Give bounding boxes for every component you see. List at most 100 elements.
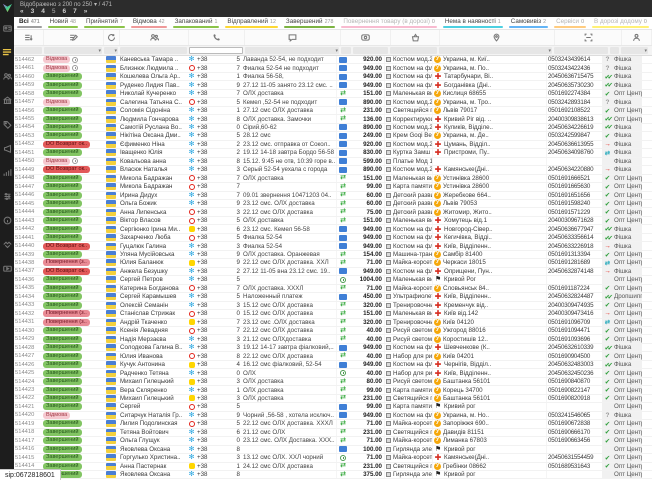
page-button-5[interactable]: 5 bbox=[52, 8, 56, 15]
order-row-514415[interactable]: 514415ЗавершенийГоргулько Христина..✻+38… bbox=[14, 454, 652, 462]
order-row-514459[interactable]: 514459ЗавершенийРуденко Лидия Пав..✻+389… bbox=[14, 81, 652, 89]
column-header-status-sort[interactable] bbox=[44, 30, 104, 45]
order-row-514416[interactable]: 514416ЗавершенийЯковлева Оксана✻+388100.… bbox=[14, 446, 652, 454]
sidebar-item-tags[interactable] bbox=[0, 112, 14, 136]
sidebar-item-partners[interactable] bbox=[0, 232, 14, 256]
column-filter-3[interactable] bbox=[120, 47, 187, 54]
order-row-514420[interactable]: 514420ВідмоваСитарчук Наталія Гр..✻+389Ч… bbox=[14, 412, 652, 420]
sidebar-item-bank[interactable] bbox=[0, 88, 14, 112]
order-row-514448[interactable]: 514448ЗавершенийМикола Бадражан+387ОЛХ д… bbox=[14, 175, 652, 183]
order-row-514417[interactable]: 514417ЗавершенийОльга Глущук✻+38023.12 с… bbox=[14, 437, 652, 445]
order-row-514429[interactable]: 514429ЗавершенийНадія Мерзаєва✻+38321.12… bbox=[14, 335, 652, 343]
column-header-phone[interactable] bbox=[189, 30, 245, 45]
order-row-514434[interactable]: 514434ЗавершенийСергей Карамышев✻+385Нал… bbox=[14, 293, 652, 301]
order-row-514446[interactable]: 514446ЗавершенийИрина Дидух✻+38709.01 зв… bbox=[14, 192, 652, 200]
column-filter-2[interactable]: ▾ bbox=[104, 47, 118, 54]
order-row-514418[interactable]: 514418ЗавершенийТетяна Войтович✻+38621.1… bbox=[14, 429, 652, 437]
order-row-514444[interactable]: 514444ЗавершенийАнна Липенська+38322.12 … bbox=[14, 208, 652, 216]
column-filter-1[interactable]: ▾ bbox=[44, 47, 102, 54]
sidebar-item-contacts-card[interactable] bbox=[0, 16, 14, 40]
column-filter-10[interactable] bbox=[554, 47, 608, 54]
column-header-refresh[interactable] bbox=[104, 30, 121, 45]
column-header-delivery-pin[interactable] bbox=[440, 30, 554, 45]
order-row-514437[interactable]: 514437DO Возврат ок..Анжела Безушку✻+382… bbox=[14, 268, 652, 276]
sidebar-item-clients[interactable] bbox=[0, 64, 14, 88]
shown-range-text[interactable]: Відображено з 200 по 250 ▾ / 471 bbox=[20, 1, 112, 8]
sidebar-item-sliders[interactable] bbox=[0, 184, 14, 208]
order-row-514450[interactable]: 514450ВідмоваКовальова анна✻+38815.12. 9… bbox=[14, 158, 652, 166]
order-row-514431[interactable]: 514431Повернення (з..Андрій Ткаченко+387… bbox=[14, 319, 652, 327]
tab-7[interactable]: Завершений278 bbox=[281, 17, 339, 29]
order-row-514433[interactable]: 514433ЗавершенийОлексій Семанін✻+38315.1… bbox=[14, 302, 652, 310]
tab-9[interactable]: Нема в наявності1 bbox=[440, 17, 506, 29]
order-row-514460[interactable]: 514460ЗавершенийКошелева Ольга Ар..✻+381… bbox=[14, 73, 652, 81]
tab-5[interactable]: Запакований1 bbox=[170, 17, 223, 29]
order-row-514422[interactable]: 514422ЗавершенийМихаил Гилецький+383ОЛХ … bbox=[14, 395, 652, 403]
column-filter-0[interactable] bbox=[15, 47, 42, 54]
first-page-button[interactable]: « bbox=[20, 8, 24, 15]
tab-2[interactable]: Новий48 bbox=[45, 17, 81, 29]
column-filter-7[interactable] bbox=[353, 47, 388, 54]
sidebar-item-orders-list[interactable] bbox=[0, 40, 14, 64]
order-row-514427[interactable]: 514427ЗавершенийЮлия Иванова+38822.12 см… bbox=[14, 352, 652, 360]
order-row-514426[interactable]: 514426ЗавершенийКучук Антонина+38416.12 … bbox=[14, 361, 652, 369]
order-row-514462[interactable]: 514462ВідмоваКаневська Тамара ..✻+385Лав… bbox=[14, 56, 652, 64]
order-row-514440[interactable]: 514440DO Возврат ок..Гуцалюк Галина✻+383… bbox=[14, 242, 652, 250]
column-filter-9[interactable]: ▾ bbox=[439, 47, 552, 54]
order-row-514436[interactable]: 514436ЗавершенийСергей Петров✻+3851004.0… bbox=[14, 276, 652, 284]
order-row-514455[interactable]: 514455ЗавершенийЛюдмила Гончарова✻+388ОЛ… bbox=[14, 115, 652, 123]
tab-1[interactable]: Всі471 bbox=[14, 17, 45, 29]
sidebar-item-info[interactable] bbox=[0, 208, 14, 232]
column-header-source-person[interactable] bbox=[622, 30, 652, 45]
column-filter-6[interactable] bbox=[341, 47, 351, 54]
order-row-514435[interactable]: 514435ЗавершенийКатерина Богданова+387ОЛ… bbox=[14, 285, 652, 293]
page-button-3[interactable]: 3 bbox=[31, 8, 35, 15]
order-row-514441[interactable]: 514441ЗавершенийЗахарченко Люба+385Фиалк… bbox=[14, 234, 652, 242]
order-row-514445[interactable]: 514445ЗавершенийОльга Божик✻+38923.12 см… bbox=[14, 200, 652, 208]
column-filter-8[interactable] bbox=[390, 47, 437, 54]
tab-4[interactable]: Відмова42 bbox=[128, 17, 170, 29]
order-row-514425[interactable]: 514425ЗавершенийРадченко Тетяна✻+380ОЛХ4… bbox=[14, 369, 652, 377]
order-row-514452[interactable]: 514452DO Возврат ок..Єфименко Ніна✻+3822… bbox=[14, 141, 652, 149]
order-row-514414[interactable]: 514414ЗавершенийАнна Пастернак+38124.12 … bbox=[14, 463, 652, 471]
order-row-514419[interactable]: 514419ЗавершенийЛилия Подолинская+38522.… bbox=[14, 420, 652, 428]
tab-11[interactable]: Сервіси0 bbox=[551, 17, 589, 29]
tab-3[interactable]: Прийнятий7 bbox=[81, 17, 128, 29]
tab-6[interactable]: Відправлений12 bbox=[222, 17, 280, 29]
sidebar-item-stats[interactable] bbox=[0, 160, 14, 184]
order-row-514428[interactable]: 514428ЗавершенийСолодкова Галина В..✻+38… bbox=[14, 344, 652, 352]
order-row-514442[interactable]: 514442ЗавершенийСергіюнко Ірина Ми..+386… bbox=[14, 225, 652, 233]
order-row-514461[interactable]: 514461ВідмоваБлизнюк Людмила ..+387Фиалк… bbox=[14, 64, 652, 72]
tab-10[interactable]: Самовивіз2 bbox=[506, 17, 551, 29]
column-filter-12[interactable]: ▾ bbox=[621, 47, 648, 54]
column-header-payment-eye[interactable] bbox=[341, 30, 391, 45]
order-row-514421[interactable]: 514421ЗавершенийСергей+38599.00Карта пам… bbox=[14, 403, 652, 411]
order-row-514443[interactable]: 514443ЗавершенийВіктор Власов+385ОЛХ дос… bbox=[14, 217, 652, 225]
order-row-514447[interactable]: 514447ЗавершенийМикола Бадражан+387⇄99.0… bbox=[14, 183, 652, 191]
sidebar-item-announce[interactable] bbox=[0, 136, 14, 160]
order-row-514432[interactable]: 514432Повернення (з..Станіслав Стрижак+3… bbox=[14, 310, 652, 318]
last-page-button[interactable]: » bbox=[84, 8, 88, 15]
column-header-comment[interactable] bbox=[245, 30, 341, 45]
tab-12[interactable]: В дорозі додому0 bbox=[589, 17, 652, 29]
column-header-products-basket[interactable] bbox=[391, 30, 440, 45]
order-row-514449[interactable]: 514449DO Возврат ок..Власюк Наталья✻+383… bbox=[14, 166, 652, 174]
sidebar-item-video[interactable] bbox=[0, 256, 14, 280]
column-filter-5[interactable]: ▾ bbox=[245, 47, 339, 54]
column-header-clients[interactable] bbox=[120, 30, 189, 45]
phone-filter-input[interactable] bbox=[189, 47, 243, 54]
order-row-514430[interactable]: 514430ЗавершенийКсенія Левадняя+38722.12… bbox=[14, 327, 652, 335]
tab-8[interactable]: Повернення товару (в дорозі)0 bbox=[338, 17, 439, 29]
order-row-514456[interactable]: 514456ЗавершенийСоломія Сідоніна✻+38127.… bbox=[14, 107, 652, 115]
order-row-514454[interactable]: 514454ЗавершенийСамотій Руслана Во..✻+38… bbox=[14, 124, 652, 132]
order-row-514424[interactable]: 514424ЗавершенийМихаил Гилецький+383ОЛХ … bbox=[14, 378, 652, 386]
order-row-514413[interactable]: 514413ЗавершенийЯковлева Оксана✻+388⇄375… bbox=[14, 471, 652, 479]
page-button-4[interactable]: 4 bbox=[41, 8, 45, 15]
page-button-6[interactable]: 6 bbox=[63, 8, 67, 15]
order-row-514453[interactable]: 514453ЗавершенийНікітіна Оксана Дми..✻+3… bbox=[14, 132, 652, 140]
column-header-ttn-scan[interactable] bbox=[555, 30, 623, 45]
order-row-514439[interactable]: 514439ЗавершенийУляна Мусійовська✻+389ОЛ… bbox=[14, 251, 652, 259]
order-row-514457[interactable]: 514457ВідмоваСалегина Татьяна С..+385Кем… bbox=[14, 98, 652, 106]
order-row-514438[interactable]: 514438Повернення (з..Юлия Баланюк+38922.… bbox=[14, 259, 652, 267]
column-filter-11[interactable] bbox=[610, 47, 619, 54]
